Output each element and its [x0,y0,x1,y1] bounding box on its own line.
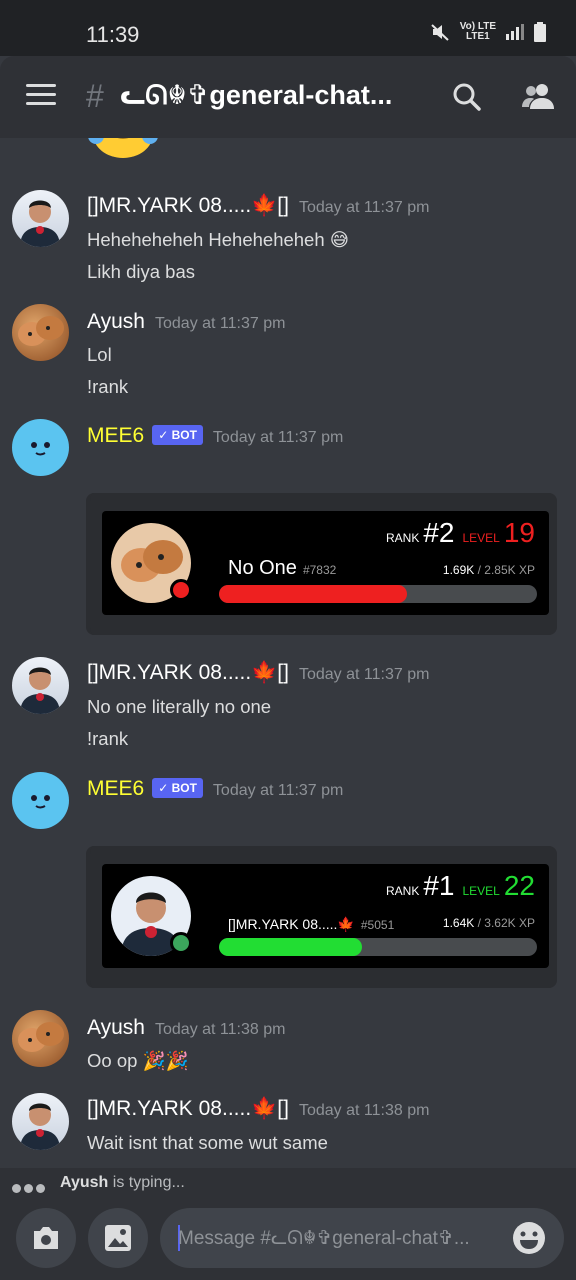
signal-icon [506,24,524,40]
dnd-status-icon [170,579,192,601]
members-icon[interactable] [522,82,556,110]
image-icon [105,1225,131,1251]
xp-total: / 3.62K XP [477,916,535,930]
rank-username: []MR.YARK 08.....🍁 [228,916,355,932]
username[interactable]: Ayush [87,1016,145,1039]
rank-value: #2 [423,517,455,548]
xp-progress-bar [219,938,537,956]
timestamp: Today at 11:37 pm [212,429,344,446]
rank-card-embed: RANK #2 LEVEL 19 No One #7832 1.69K / 2.85K … [86,493,557,635]
message-text: !rank [87,376,129,397]
typing-text: is typing... [112,1174,185,1191]
battery-icon [534,22,546,42]
timestamp: Today at 11:38 pm [155,1021,286,1038]
xp-total: / 2.85K XP [477,563,535,577]
xp-current: 1.64K [442,916,475,930]
timestamp: Today at 11:37 pm [212,782,344,799]
level-value: 19 [503,517,535,548]
bot-badge: ✓ BOT [152,778,203,798]
username[interactable]: MEE6 [87,777,144,800]
menu-icon[interactable] [26,84,56,106]
avatar[interactable] [12,1093,69,1150]
xp-progress-bar [219,585,537,603]
username[interactable]: []MR.YARK 08.....🍁[] [87,1097,289,1120]
message-text: No one literally no one [87,696,272,717]
avatar[interactable] [12,190,69,247]
timestamp: Today at 11:37 pm [298,666,430,683]
bot-badge: ✓ BOT [152,425,203,445]
rank-username: No One [228,557,297,579]
online-status-icon [170,932,192,954]
avatar[interactable] [12,304,69,361]
status-bar: 11:39 Vo) LTE LTE1 [0,0,576,56]
camera-button[interactable] [16,1208,76,1268]
message-text: Oo op 🎉🎉 [87,1050,189,1071]
rank-value: #1 [423,870,455,901]
hash-icon: # [86,78,104,114]
username[interactable]: []MR.YARK 08.....🍁[] [87,661,289,684]
username[interactable]: Ayush [87,310,145,333]
username[interactable]: MEE6 [87,424,144,447]
rank-card: RANK #1 LEVEL 22 []MR.YARK 08.....🍁 #5051 1.… [102,864,549,968]
mee6-avatar[interactable] [12,419,69,476]
channel-title[interactable]: ᓚᘏ☬✞general-chat... [120,80,392,112]
username[interactable]: []MR.YARK 08.....🍁[] [87,194,289,217]
xp-progress-fill [219,938,363,956]
emoji-icon[interactable] [512,1221,546,1255]
message-composer: Message #ᓚᘏ☬✞general-chat✞... [0,1198,576,1280]
xp-current: 1.69K [442,563,475,577]
level-label: LEVEL [462,884,500,898]
mee6-avatar[interactable] [12,772,69,829]
level-label: LEVEL [462,531,500,545]
xp-progress-fill [219,585,407,603]
message-text: Likh diya bas [87,261,195,282]
search-icon[interactable] [452,82,482,112]
message-placeholder: Message #ᓚᘏ☬✞general-chat✞... [178,1228,470,1249]
rank-label: RANK [385,884,420,898]
rank-card-embed: RANK #1 LEVEL 22 []MR.YARK 08.....🍁 #5051 1.… [86,846,557,988]
timestamp: Today at 11:37 pm [298,199,430,216]
rank-discriminator: #7832 [302,563,337,577]
network-indicator: Vo) LTE LTE1 [459,21,496,42]
timestamp: Today at 11:37 pm [155,315,286,332]
timestamp: Today at 11:38 pm [298,1102,430,1119]
typing-user: Ayush [60,1174,109,1191]
laughing-emoji-icon [88,138,158,158]
typing-dots-icon [12,1180,48,1198]
message-text: !rank [87,728,129,749]
avatar[interactable] [12,657,69,714]
message-input[interactable]: Message #ᓚᘏ☬✞general-chat✞... [160,1208,564,1268]
message-text: Wait isnt that some wut same [87,1132,328,1153]
message-list[interactable]: []MR.YARK 08.....🍁[] Today at 11:37 pm He… [0,138,576,1168]
rank-card: RANK #2 LEVEL 19 No One #7832 1.69K / 2.85K … [102,511,549,615]
gallery-button[interactable] [88,1208,148,1268]
status-time: 11:39 [86,22,140,47]
level-value: 22 [503,870,535,901]
rank-label: RANK [385,531,420,545]
rank-discriminator: #5051 [360,918,395,932]
channel-header: # ᓚᘏ☬✞general-chat... [0,56,576,138]
avatar[interactable] [12,1010,69,1067]
message-text: Lol [87,344,112,365]
mute-icon [431,24,449,41]
message-text: Heheheheheh Heheheheheh 😅 [87,229,350,250]
camera-icon [34,1227,58,1249]
typing-indicator: Ayush is typing... [0,1168,576,1198]
